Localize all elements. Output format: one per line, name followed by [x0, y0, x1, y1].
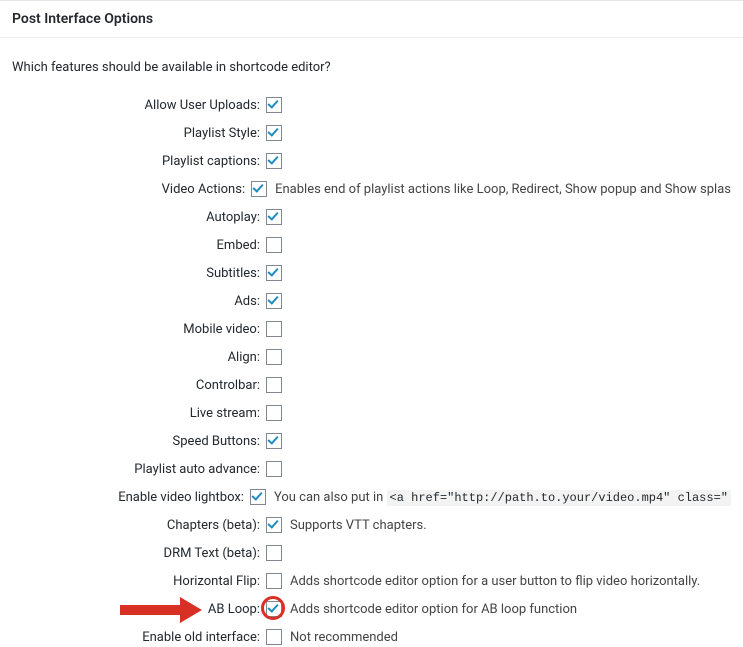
option-checkbox[interactable] — [266, 601, 282, 617]
option-row: Enable old interface: Not recommended — [12, 627, 731, 647]
option-label: Subtitles: — [12, 266, 266, 281]
option-checkbox[interactable] — [266, 517, 282, 533]
option-checkbox[interactable] — [266, 125, 282, 141]
option-checkbox[interactable] — [266, 293, 282, 309]
checkbox-wrap — [266, 97, 282, 113]
checkbox-wrap — [266, 153, 282, 169]
option-label: Ads: — [12, 294, 266, 309]
option-help: Adds shortcode editor option for a user … — [290, 574, 700, 589]
option-label: Autoplay: — [12, 210, 266, 225]
checkbox-wrap — [266, 545, 282, 561]
option-help-code: <a href="http://path.to.your/video.mp4" … — [387, 490, 731, 506]
option-label: Horizontal Flip: — [12, 574, 266, 589]
option-help: Enables end of playlist actions like Loo… — [275, 182, 731, 197]
option-row: Playlist auto advance: — [12, 459, 731, 479]
post-interface-options-panel: Post Interface Options Which features sh… — [0, 0, 743, 647]
option-checkbox[interactable] — [266, 461, 282, 477]
option-checkbox[interactable] — [266, 97, 282, 113]
option-row: Mobile video: — [12, 319, 731, 339]
option-checkbox[interactable] — [266, 629, 282, 645]
checkbox-wrap — [266, 433, 282, 449]
checkbox-wrap — [266, 517, 282, 533]
option-checkbox[interactable] — [266, 377, 282, 393]
checkbox-wrap — [250, 489, 266, 505]
checkbox-wrap — [251, 181, 267, 197]
checkbox-wrap — [266, 405, 282, 421]
option-label: Allow User Uploads: — [12, 98, 266, 113]
option-help: You can also put in <a href="http://path… — [274, 490, 731, 505]
option-checkbox[interactable] — [251, 181, 267, 197]
option-row: Ads: — [12, 291, 731, 311]
option-checkbox[interactable] — [266, 265, 282, 281]
option-checkbox[interactable] — [266, 209, 282, 225]
option-label: DRM Text (beta): — [12, 546, 266, 561]
checkbox-wrap — [266, 209, 282, 225]
option-row: Embed: — [12, 235, 731, 255]
checkbox-wrap — [266, 293, 282, 309]
option-label: Mobile video: — [12, 322, 266, 337]
checkbox-wrap — [266, 321, 282, 337]
checkbox-wrap — [266, 237, 282, 253]
option-row: Subtitles: — [12, 263, 731, 283]
panel-title: Post Interface Options — [0, 1, 743, 38]
checkbox-wrap — [266, 629, 282, 645]
checkbox-wrap — [266, 125, 282, 141]
option-label: Playlist Style: — [12, 126, 266, 141]
option-row: Playlist Style: — [12, 123, 731, 143]
option-help: Supports VTT chapters. — [290, 518, 427, 533]
option-label: Enable video lightbox: — [12, 490, 250, 505]
option-label: Embed: — [12, 238, 266, 253]
option-label: Video Actions: — [12, 182, 251, 197]
option-row: Align: — [12, 347, 731, 367]
checkbox-wrap — [266, 349, 282, 365]
option-row: Speed Buttons: — [12, 431, 731, 451]
option-row: AB Loop: Adds shortcode editor option for… — [12, 599, 731, 619]
checkbox-wrap — [266, 377, 282, 393]
option-row: Enable video lightbox: You can also put i… — [12, 487, 731, 507]
option-checkbox[interactable] — [250, 489, 266, 505]
option-help: Adds shortcode editor option for AB loop… — [290, 602, 577, 617]
option-checkbox[interactable] — [266, 545, 282, 561]
option-row: Controlbar: — [12, 375, 731, 395]
option-row: Allow User Uploads: — [12, 95, 731, 115]
checkbox-wrap — [266, 461, 282, 477]
option-checkbox[interactable] — [266, 349, 282, 365]
option-row: Horizontal Flip: Adds shortcode editor op… — [12, 571, 731, 591]
option-label: Controlbar: — [12, 378, 266, 393]
option-checkbox[interactable] — [266, 405, 282, 421]
option-row: DRM Text (beta): — [12, 543, 731, 563]
option-label: Enable old interface: — [12, 630, 266, 645]
option-label: Live stream: — [12, 406, 266, 421]
option-label: Playlist auto advance: — [12, 462, 266, 477]
option-label: Playlist captions: — [12, 154, 266, 169]
option-help: Not recommended — [290, 630, 398, 645]
option-help-text: You can also put in — [274, 490, 387, 505]
option-checkbox[interactable] — [266, 433, 282, 449]
option-row: Video Actions: Enables end of playlist ac… — [12, 179, 731, 199]
option-label: Align: — [12, 350, 266, 365]
option-row: Chapters (beta): Supports VTT chapters. — [12, 515, 731, 535]
checkbox-wrap — [266, 601, 282, 617]
option-checkbox[interactable] — [266, 153, 282, 169]
option-label: Speed Buttons: — [12, 434, 266, 449]
option-checkbox[interactable] — [266, 237, 282, 253]
panel-description: Which features should be available in sh… — [0, 38, 743, 95]
option-row: Autoplay: — [12, 207, 731, 227]
checkbox-wrap — [266, 265, 282, 281]
option-row: Live stream: — [12, 403, 731, 423]
option-label: Chapters (beta): — [12, 518, 266, 533]
option-row: Playlist captions: — [12, 151, 731, 171]
option-checkbox[interactable] — [266, 321, 282, 337]
option-label: AB Loop: — [12, 602, 266, 617]
options-list: Allow User Uploads: Playlist Style: Playli… — [0, 95, 743, 647]
